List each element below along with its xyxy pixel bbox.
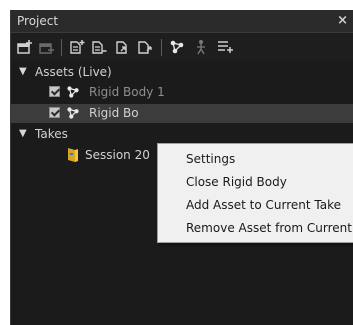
expand-arrow-icon[interactable]: ▼ <box>19 66 27 77</box>
assets-group-row[interactable]: ▼ Assets (Live) <box>11 63 353 82</box>
skeleton-icon[interactable] <box>169 39 185 55</box>
panel-titlebar: Project × <box>11 10 353 33</box>
new-take-icon[interactable] <box>69 39 85 55</box>
panel-title: Project <box>17 14 59 28</box>
list-add-icon[interactable] <box>217 39 233 55</box>
rigid-body-icon <box>66 85 80 99</box>
menu-item-add-asset-to-take[interactable]: Add Asset to Current Take <box>186 198 341 212</box>
context-menu: Settings Close Rigid Body Add Asset to C… <box>157 143 353 243</box>
toolbar <box>11 33 353 61</box>
asset-row-rigid-body-1[interactable]: Rigid Body 1 <box>11 83 353 102</box>
menu-item-remove-asset-from-take[interactable]: Remove Asset from Current Take <box>186 221 353 235</box>
remove-asset-icon[interactable] <box>39 39 55 55</box>
asset-label: Rigid Bo <box>89 106 139 120</box>
add-asset-icon[interactable] <box>17 39 33 55</box>
menu-item-settings[interactable]: Settings <box>186 152 235 166</box>
session-folder-icon <box>66 147 80 163</box>
asset-label: Rigid Body 1 <box>89 85 165 99</box>
asset-row-rigid-body-2[interactable]: Rigid Bo <box>11 104 353 123</box>
asset-checkbox[interactable] <box>49 86 60 97</box>
assets-group-label: Assets (Live) <box>35 65 112 79</box>
takes-group-label: Takes <box>35 127 68 141</box>
rigid-body-icon <box>66 106 80 120</box>
asset-checkbox[interactable] <box>49 107 60 118</box>
toolbar-separator <box>61 39 62 56</box>
import-take-icon[interactable] <box>115 39 131 55</box>
delete-take-icon[interactable] <box>91 39 107 55</box>
project-panel: Project × ▼ Assets (Live) Rigid Body 1 R… <box>10 10 353 325</box>
rigid-body-tool-icon[interactable] <box>193 39 209 55</box>
expand-arrow-icon[interactable]: ▼ <box>19 128 27 139</box>
takes-group-row[interactable]: ▼ Takes <box>11 125 353 144</box>
take-label: Session 20 <box>85 148 150 162</box>
close-panel-button[interactable]: × <box>337 13 348 28</box>
export-take-icon[interactable] <box>137 39 153 55</box>
menu-item-close-rigid-body[interactable]: Close Rigid Body <box>186 175 287 189</box>
toolbar-separator <box>161 39 162 56</box>
